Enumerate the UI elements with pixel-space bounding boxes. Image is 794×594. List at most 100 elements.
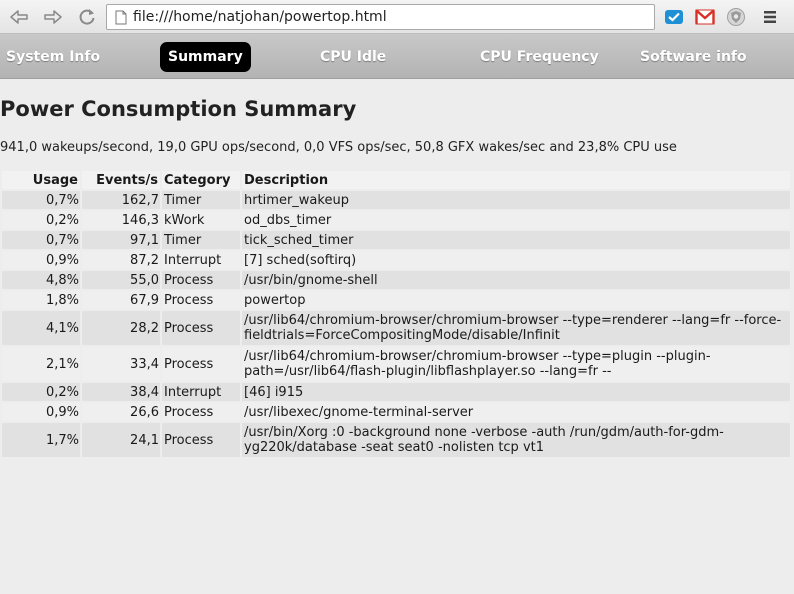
usage-cell: 1,7%	[2, 423, 80, 457]
usage-cell: 0,9%	[2, 403, 80, 421]
category-cell: Process	[162, 403, 240, 421]
column-header-description: Description	[242, 171, 790, 189]
description-cell: /usr/lib64/chromium-browser/chromium-bro…	[242, 311, 790, 345]
usage-cell: 0,9%	[2, 251, 80, 269]
gmail-icon	[695, 9, 715, 25]
description-line: path=/usr/lib64/flash-plugin/libflashpla…	[244, 364, 612, 379]
table-row: 0,2% 38,4 Interrupt [46] i915	[2, 383, 790, 401]
menu-button[interactable]	[760, 7, 780, 27]
description-line: yg220k/database -seat seat0 -nolisten tc…	[244, 440, 545, 455]
table-row: 0,2% 146,3 kWork od_dbs_timer	[2, 211, 790, 229]
page-title: Power Consumption Summary	[0, 97, 357, 121]
table-row: 1,7% 24,1 Process/usr/bin/Xorg :0 -backgro…	[2, 423, 790, 457]
table-row: 2,1% 33,4 Process/usr/lib64/chromium-brows…	[2, 347, 790, 381]
gmail-button[interactable]	[695, 7, 715, 27]
table-row: 1,8% 67,9 Process powertop	[2, 291, 790, 309]
back-button[interactable]	[6, 5, 32, 29]
menu-icon	[764, 11, 776, 23]
url-text: file:///home/natjohan/powertop.html	[133, 9, 387, 25]
description-line: hrtimer_wakeup	[244, 192, 349, 208]
category-cell: Process	[162, 311, 240, 345]
events-cell: 24,1	[82, 423, 160, 457]
usage-cell: 0,7%	[2, 231, 80, 249]
back-icon	[10, 10, 28, 24]
description-line: tick_sched_timer	[244, 232, 354, 248]
category-cell: Interrupt	[162, 251, 240, 269]
table-body: 0,7% 162,7 Timer hrtimer_wakeup 0,2% 146,3 kWo…	[2, 191, 790, 457]
tab-system-info[interactable]: System Info	[6, 42, 100, 72]
category-cell: Interrupt	[162, 383, 240, 401]
usage-cell: 0,2%	[2, 383, 80, 401]
events-cell: 55,0	[82, 271, 160, 289]
category-cell: kWork	[162, 211, 240, 229]
column-header-usage: Usage	[2, 171, 80, 189]
power-table: Usage Events/s Category Description 0,7%…	[0, 169, 792, 459]
tab-cpu-frequency[interactable]: CPU Frequency	[480, 42, 599, 72]
address-bar[interactable]: file:///home/natjohan/powertop.html	[106, 4, 655, 30]
forward-button[interactable]	[40, 5, 66, 29]
category-cell: Process	[162, 423, 240, 457]
description-cell: [46] i915	[242, 383, 790, 401]
reload-icon	[79, 9, 95, 25]
category-cell: Process	[162, 271, 240, 289]
description-cell: /usr/bin/gnome-shell	[242, 271, 790, 289]
category-cell: Timer	[162, 231, 240, 249]
extension-shield-button[interactable]	[726, 7, 746, 27]
description-cell: /usr/lib64/chromium-browser/chromium-bro…	[242, 347, 790, 381]
category-cell: Process	[162, 291, 240, 309]
table-row: 4,1% 28,2 Process/usr/lib64/chromium-brows…	[2, 311, 790, 345]
description-line: [7] sched(softirq)	[244, 252, 357, 268]
events-cell: 33,4	[82, 347, 160, 381]
tab-software-info[interactable]: Software info	[640, 42, 747, 72]
events-cell: 38,4	[82, 383, 160, 401]
description-cell: [7] sched(softirq)	[242, 251, 790, 269]
description-line: od_dbs_timer	[244, 212, 332, 228]
column-header-category: Category	[162, 171, 240, 189]
tab-summary[interactable]: Summary	[160, 42, 251, 72]
events-cell: 87,2	[82, 251, 160, 269]
table-row: 0,9% 26,6 Process/usr/libexec/gnome-termin…	[2, 403, 790, 421]
usage-cell: 0,7%	[2, 191, 80, 209]
description-cell: hrtimer_wakeup	[242, 191, 790, 209]
page-icon	[115, 10, 127, 25]
events-cell: 28,2	[82, 311, 160, 345]
summary-text: 941,0 wakeups/second, 19,0 GPU ops/secon…	[0, 140, 677, 155]
description-line: /usr/libexec/gnome-terminal-server	[244, 404, 474, 420]
extension-check-button[interactable]	[664, 7, 684, 27]
usage-cell: 0,2%	[2, 211, 80, 229]
description-line: fieldtrials=ForceCompositingMode/disable…	[244, 328, 560, 343]
events-cell: 162,7	[82, 191, 160, 209]
table-row: 0,7% 162,7 Timer hrtimer_wakeup	[2, 191, 790, 209]
forward-icon	[44, 10, 62, 24]
description-cell: powertop	[242, 291, 790, 309]
reload-button[interactable]	[74, 5, 100, 29]
description-line: /usr/lib64/chromium-browser/chromium-bro…	[244, 313, 782, 328]
usage-cell: 4,8%	[2, 271, 80, 289]
usage-cell: 4,1%	[2, 311, 80, 345]
description-line: powertop	[244, 292, 306, 308]
browser-toolbar: file:///home/natjohan/powertop.html	[0, 0, 794, 34]
usage-cell: 1,8%	[2, 291, 80, 309]
extension-check-icon	[665, 10, 683, 24]
description-cell: tick_sched_timer	[242, 231, 790, 249]
table-row: 4,8% 55,0 Process/usr/bin/gnome-shell	[2, 271, 790, 289]
usage-cell: 2,1%	[2, 347, 80, 381]
tab-cpu-idle[interactable]: CPU Idle	[320, 42, 386, 72]
table-row: 0,9% 87,2 Interrupt [7] sched(softirq)	[2, 251, 790, 269]
events-cell: 67,9	[82, 291, 160, 309]
events-cell: 146,3	[82, 211, 160, 229]
description-line: [46] i915	[244, 384, 304, 400]
description-line: /usr/bin/Xorg :0 -background none -verbo…	[244, 425, 724, 440]
description-cell: od_dbs_timer	[242, 211, 790, 229]
events-cell: 26,6	[82, 403, 160, 421]
description-cell: /usr/libexec/gnome-terminal-server	[242, 403, 790, 421]
description-cell: /usr/bin/Xorg :0 -background none -verbo…	[242, 423, 790, 457]
table-row: 0,7% 97,1 Timer tick_sched_timer	[2, 231, 790, 249]
column-header-events: Events/s	[82, 171, 160, 189]
table-header-row: Usage Events/s Category Description	[2, 171, 790, 189]
events-cell: 97,1	[82, 231, 160, 249]
category-cell: Timer	[162, 191, 240, 209]
description-line: /usr/bin/gnome-shell	[244, 272, 378, 288]
category-cell: Process	[162, 347, 240, 381]
extension-shield-icon	[727, 8, 745, 26]
